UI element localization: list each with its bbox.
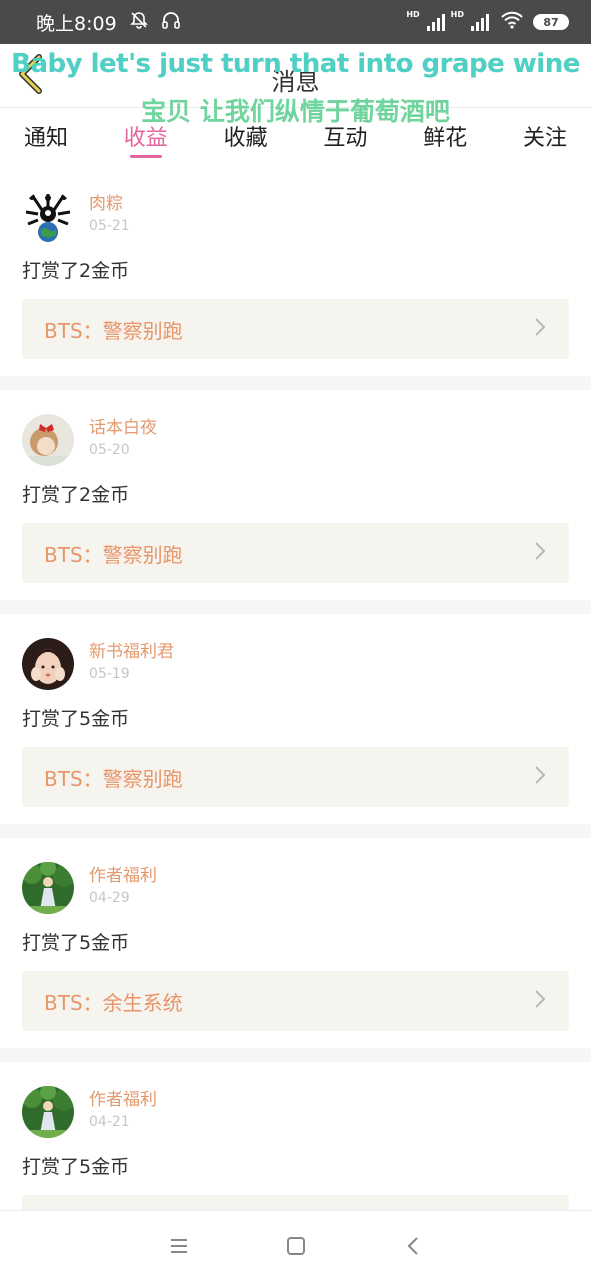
chevron-right-icon <box>533 541 547 565</box>
alarm-off-icon <box>129 10 149 35</box>
reward-action: 打赏了2金币 <box>22 260 130 282</box>
home-square-icon[interactable] <box>276 1226 316 1266</box>
tab-flowers[interactable]: 鲜花 <box>423 110 467 166</box>
nav-bar: 消息 Baby let's just turn that into grape … <box>0 44 591 126</box>
list-item: 话本白夜 05-20 打赏了2金币 BTS：警察别跑 <box>0 390 591 600</box>
status-time: 晚上8:09 <box>36 12 117 35</box>
chevron-right-icon <box>533 765 547 789</box>
date: 04-21 <box>89 1114 130 1130</box>
username[interactable]: 作者福利 <box>89 865 157 887</box>
forest-girl-avatar[interactable] <box>22 1086 74 1138</box>
reward-action: 打赏了5金币 <box>22 708 130 730</box>
book-link[interactable]: BTS：余生系统 <box>22 971 569 1031</box>
signal-icon <box>471 13 489 31</box>
menu-icon[interactable] <box>159 1226 199 1266</box>
chevron-right-icon <box>533 989 547 1013</box>
username[interactable]: 话本白夜 <box>89 417 157 439</box>
hd-label: HD <box>450 9 464 19</box>
list-item: 作者福利 04-21 打赏了5金币 <box>0 1062 591 1210</box>
book-link[interactable]: BTS：警察别跑 <box>22 747 569 807</box>
tab-notifications[interactable]: 通知 <box>24 110 68 166</box>
book-title: BTS：警察别跑 <box>44 766 183 791</box>
headset-icon <box>161 10 181 35</box>
signal-icon <box>426 13 445 31</box>
date: 05-20 <box>89 442 130 458</box>
book-title: BTS：警察别跑 <box>44 542 183 567</box>
book-link[interactable]: BTS：警察别跑 <box>22 523 569 583</box>
username[interactable]: 肉粽 <box>89 193 130 215</box>
wifi-icon <box>501 11 523 34</box>
battery-icon: 87 <box>533 14 569 30</box>
tab-bar: 通知 收益 收藏 互动 鲜花 关注 <box>0 110 591 166</box>
date: 04-29 <box>89 890 130 906</box>
book-link[interactable]: BTS：警察别跑 <box>22 299 569 359</box>
chevron-right-icon <box>533 317 547 341</box>
forest-girl-avatar[interactable] <box>22 862 74 914</box>
tab-earnings[interactable]: 收益 <box>124 110 168 166</box>
hd-label: HD <box>406 9 420 19</box>
tab-interactions[interactable]: 互动 <box>323 110 367 166</box>
book-title: BTS：警察别跑 <box>44 318 183 343</box>
page-title: 消息 <box>271 68 320 96</box>
earth-logo-avatar[interactable] <box>22 190 74 242</box>
battery-level: 87 <box>543 15 559 29</box>
tab-favorites[interactable]: 收藏 <box>224 110 268 166</box>
reward-action: 打赏了5金币 <box>22 1156 130 1178</box>
list-item: 肉粽 05-21 打赏了2金币 BTS：警察别跑 <box>0 166 591 376</box>
girl-face-avatar[interactable] <box>22 638 74 690</box>
book-link[interactable] <box>22 1195 569 1210</box>
system-nav-bar <box>0 1210 591 1280</box>
girl-red-bow-avatar[interactable] <box>22 414 74 466</box>
back-chevron-icon[interactable] <box>393 1226 433 1266</box>
status-bar: 晚上8:09 HD HD 87 <box>0 0 591 44</box>
username[interactable]: 作者福利 <box>89 1089 157 1111</box>
reward-action: 打赏了5金币 <box>22 932 130 954</box>
reward-action: 打赏了2金币 <box>22 484 130 506</box>
date: 05-21 <box>89 218 130 234</box>
date: 05-19 <box>89 666 130 682</box>
username[interactable]: 新书福利君 <box>89 641 174 663</box>
list-item: 新书福利君 05-19 打赏了5金币 BTS：警察别跑 <box>0 614 591 824</box>
tab-follows[interactable]: 关注 <box>523 110 567 166</box>
list-item: 作者福利 04-29 打赏了5金币 BTS：余生系统 <box>0 838 591 1048</box>
book-title: BTS：余生系统 <box>44 990 183 1015</box>
earnings-list[interactable]: 肉粽 05-21 打赏了2金币 BTS：警察别跑 话本白夜 05-20 打赏了2… <box>0 166 591 1210</box>
